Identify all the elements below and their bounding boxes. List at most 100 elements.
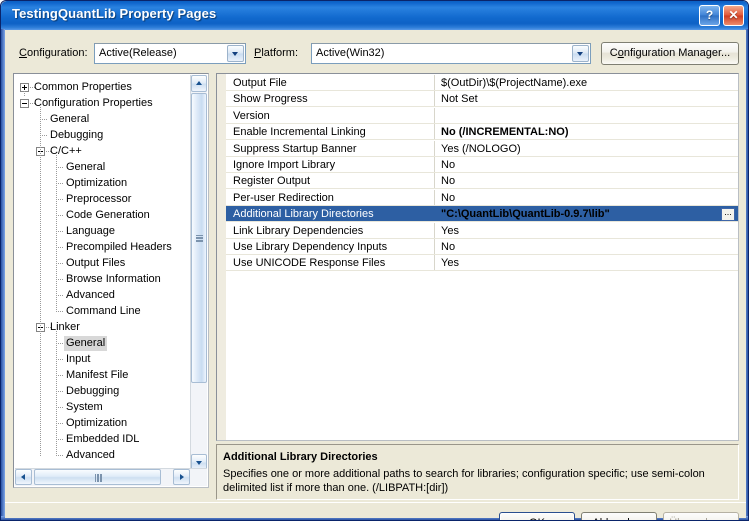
- property-value[interactable]: No: [441, 175, 455, 187]
- scroll-up-icon[interactable]: [191, 75, 207, 92]
- sidebar-item-embedded-idl[interactable]: Embedded IDL: [66, 432, 139, 447]
- column-splitter[interactable]: [434, 206, 435, 222]
- tree-vertical-scroll-thumb[interactable]: [191, 93, 207, 383]
- property-value[interactable]: No: [441, 159, 455, 171]
- sidebar-item-configuration-properties[interactable]: Configuration Properties: [34, 96, 153, 111]
- tree-connector: [56, 215, 64, 216]
- sidebar-item-system[interactable]: System: [66, 400, 103, 415]
- table-row[interactable]: Show Progress Not Set: [226, 91, 738, 108]
- table-row[interactable]: Register Output No: [226, 173, 738, 190]
- apply-button[interactable]: Übernehmen: [663, 512, 739, 520]
- sidebar-item-c-c[interactable]: C/C++: [50, 144, 82, 159]
- tree-connector: [56, 423, 64, 424]
- column-splitter[interactable]: [434, 157, 435, 172]
- scroll-right-icon[interactable]: [173, 469, 190, 485]
- sidebar-item-optimization[interactable]: Optimization: [66, 176, 127, 191]
- property-value[interactable]: No: [441, 241, 455, 253]
- property-value[interactable]: $(OutDir)\$(ProjectName).exe: [441, 77, 587, 89]
- property-value[interactable]: No: [441, 192, 455, 204]
- sidebar-item-linker[interactable]: Linker: [50, 320, 80, 335]
- column-splitter[interactable]: [434, 173, 435, 189]
- column-splitter[interactable]: [434, 222, 435, 238]
- property-value[interactable]: Yes: [441, 225, 459, 237]
- tree-horizontal-scroll-thumb[interactable]: [34, 469, 161, 485]
- sidebar-item-advanced[interactable]: Advanced: [66, 448, 115, 463]
- sidebar-item-precompiled-headers[interactable]: Precompiled Headers: [66, 240, 172, 255]
- tree-connector: [56, 375, 64, 376]
- sidebar-item-code-generation[interactable]: Code Generation: [66, 208, 150, 223]
- grip-icon: [196, 235, 203, 242]
- property-grid[interactable]: Output File $(OutDir)\$(ProjectName).exe S…: [216, 73, 739, 441]
- column-splitter[interactable]: [434, 239, 435, 254]
- tree-connector: [56, 295, 64, 296]
- tree-connector: [56, 183, 64, 184]
- sidebar-item-language[interactable]: Language: [66, 224, 115, 239]
- configuration-manager-button[interactable]: Configuration Manager...: [601, 42, 739, 65]
- sidebar-item-general[interactable]: General: [50, 112, 89, 127]
- sidebar-item-general[interactable]: General: [66, 160, 105, 175]
- ok-button[interactable]: OK: [499, 512, 575, 520]
- column-splitter[interactable]: [434, 91, 435, 107]
- property-name: Version: [233, 109, 270, 122]
- column-splitter[interactable]: [434, 107, 435, 123]
- property-value[interactable]: Yes: [441, 257, 459, 269]
- property-value[interactable]: Yes (/NOLOGO): [441, 143, 521, 155]
- browse-ellipsis-button[interactable]: ...: [721, 207, 735, 221]
- sidebar-item-output-files[interactable]: Output Files: [66, 256, 125, 271]
- property-value[interactable]: "C:\QuantLib\QuantLib-0.9.7\lib": [441, 208, 610, 220]
- sidebar-item-preprocessor[interactable]: Preprocessor: [66, 192, 131, 207]
- table-row[interactable]: Ignore Import Library No: [226, 157, 738, 173]
- table-row[interactable]: Use UNICODE Response Files Yes: [226, 255, 738, 272]
- platform-dropdown[interactable]: Active(Win32): [311, 43, 591, 64]
- tree-connector: [40, 107, 41, 456]
- sidebar-item-optimization[interactable]: Optimization: [66, 416, 127, 431]
- tree-connector: [56, 263, 64, 264]
- sidebar-item-command-line[interactable]: Command Line: [66, 304, 141, 319]
- column-splitter[interactable]: [434, 75, 435, 90]
- table-row[interactable]: Enable Incremental Linking No (/INCREMENT…: [226, 124, 738, 141]
- property-page-tree[interactable]: Common Properties Configuration Propertie…: [13, 73, 209, 488]
- close-icon[interactable]: ✕: [723, 5, 744, 26]
- grid-left-margin: [217, 74, 226, 440]
- property-name: Output File: [233, 77, 287, 89]
- table-row[interactable]: Per-user Redirection No: [226, 189, 738, 206]
- chevron-down-icon[interactable]: [572, 45, 589, 62]
- platform-label: Platform:: [254, 47, 299, 59]
- sidebar-item-general[interactable]: General: [64, 336, 108, 351]
- chevron-down-icon[interactable]: [227, 45, 244, 62]
- help-icon[interactable]: ?: [699, 5, 720, 26]
- property-name: Per-user Redirection: [233, 191, 334, 204]
- table-row[interactable]: Use Library Dependency Inputs No: [226, 239, 738, 255]
- grip-icon: [94, 474, 102, 482]
- cancel-button[interactable]: Abbrechen: [581, 512, 657, 520]
- tree-collapse-icon[interactable]: [20, 99, 29, 108]
- sidebar-item-manifest-file[interactable]: Manifest File: [66, 368, 128, 383]
- column-splitter[interactable]: [434, 189, 435, 205]
- column-splitter[interactable]: [434, 124, 435, 140]
- tree-vertical-scrollbar[interactable]: [190, 75, 207, 471]
- column-splitter[interactable]: [434, 255, 435, 271]
- sidebar-item-debugging[interactable]: Debugging: [66, 384, 119, 399]
- sidebar-item-common-properties[interactable]: Common Properties: [34, 80, 132, 95]
- sidebar-item-advanced[interactable]: Advanced: [66, 288, 115, 303]
- table-row[interactable]: Output File $(OutDir)\$(ProjectName).exe: [226, 75, 738, 91]
- property-value[interactable]: Not Set: [441, 93, 478, 105]
- sidebar-item-debugging[interactable]: Debugging: [50, 128, 103, 143]
- footer-divider: [5, 502, 746, 503]
- description-body: Specifies one or more additional paths t…: [223, 468, 705, 494]
- configuration-dropdown[interactable]: Active(Release): [94, 43, 246, 64]
- table-row[interactable]: Additional Library Directories "C:\QuantL…: [226, 206, 738, 223]
- table-row[interactable]: Version: [226, 107, 738, 124]
- property-value[interactable]: No (/INCREMENTAL:NO): [441, 126, 569, 138]
- column-splitter[interactable]: [434, 140, 435, 156]
- sidebar-item-browse-information[interactable]: Browse Information: [66, 272, 161, 287]
- property-name: Use Library Dependency Inputs: [233, 241, 388, 253]
- table-row[interactable]: Link Library Dependencies Yes: [226, 222, 738, 239]
- table-row[interactable]: Suppress Startup Banner Yes (/NOLOGO): [226, 140, 738, 157]
- tree-horizontal-scrollbar[interactable]: [15, 468, 207, 486]
- title-bar[interactable]: TestingQuantLib Property Pages ? ✕: [1, 1, 748, 30]
- scroll-left-icon[interactable]: [15, 469, 32, 485]
- tree-connector: [56, 167, 64, 168]
- sidebar-item-input[interactable]: Input: [66, 352, 90, 367]
- tree-connector: [56, 359, 64, 360]
